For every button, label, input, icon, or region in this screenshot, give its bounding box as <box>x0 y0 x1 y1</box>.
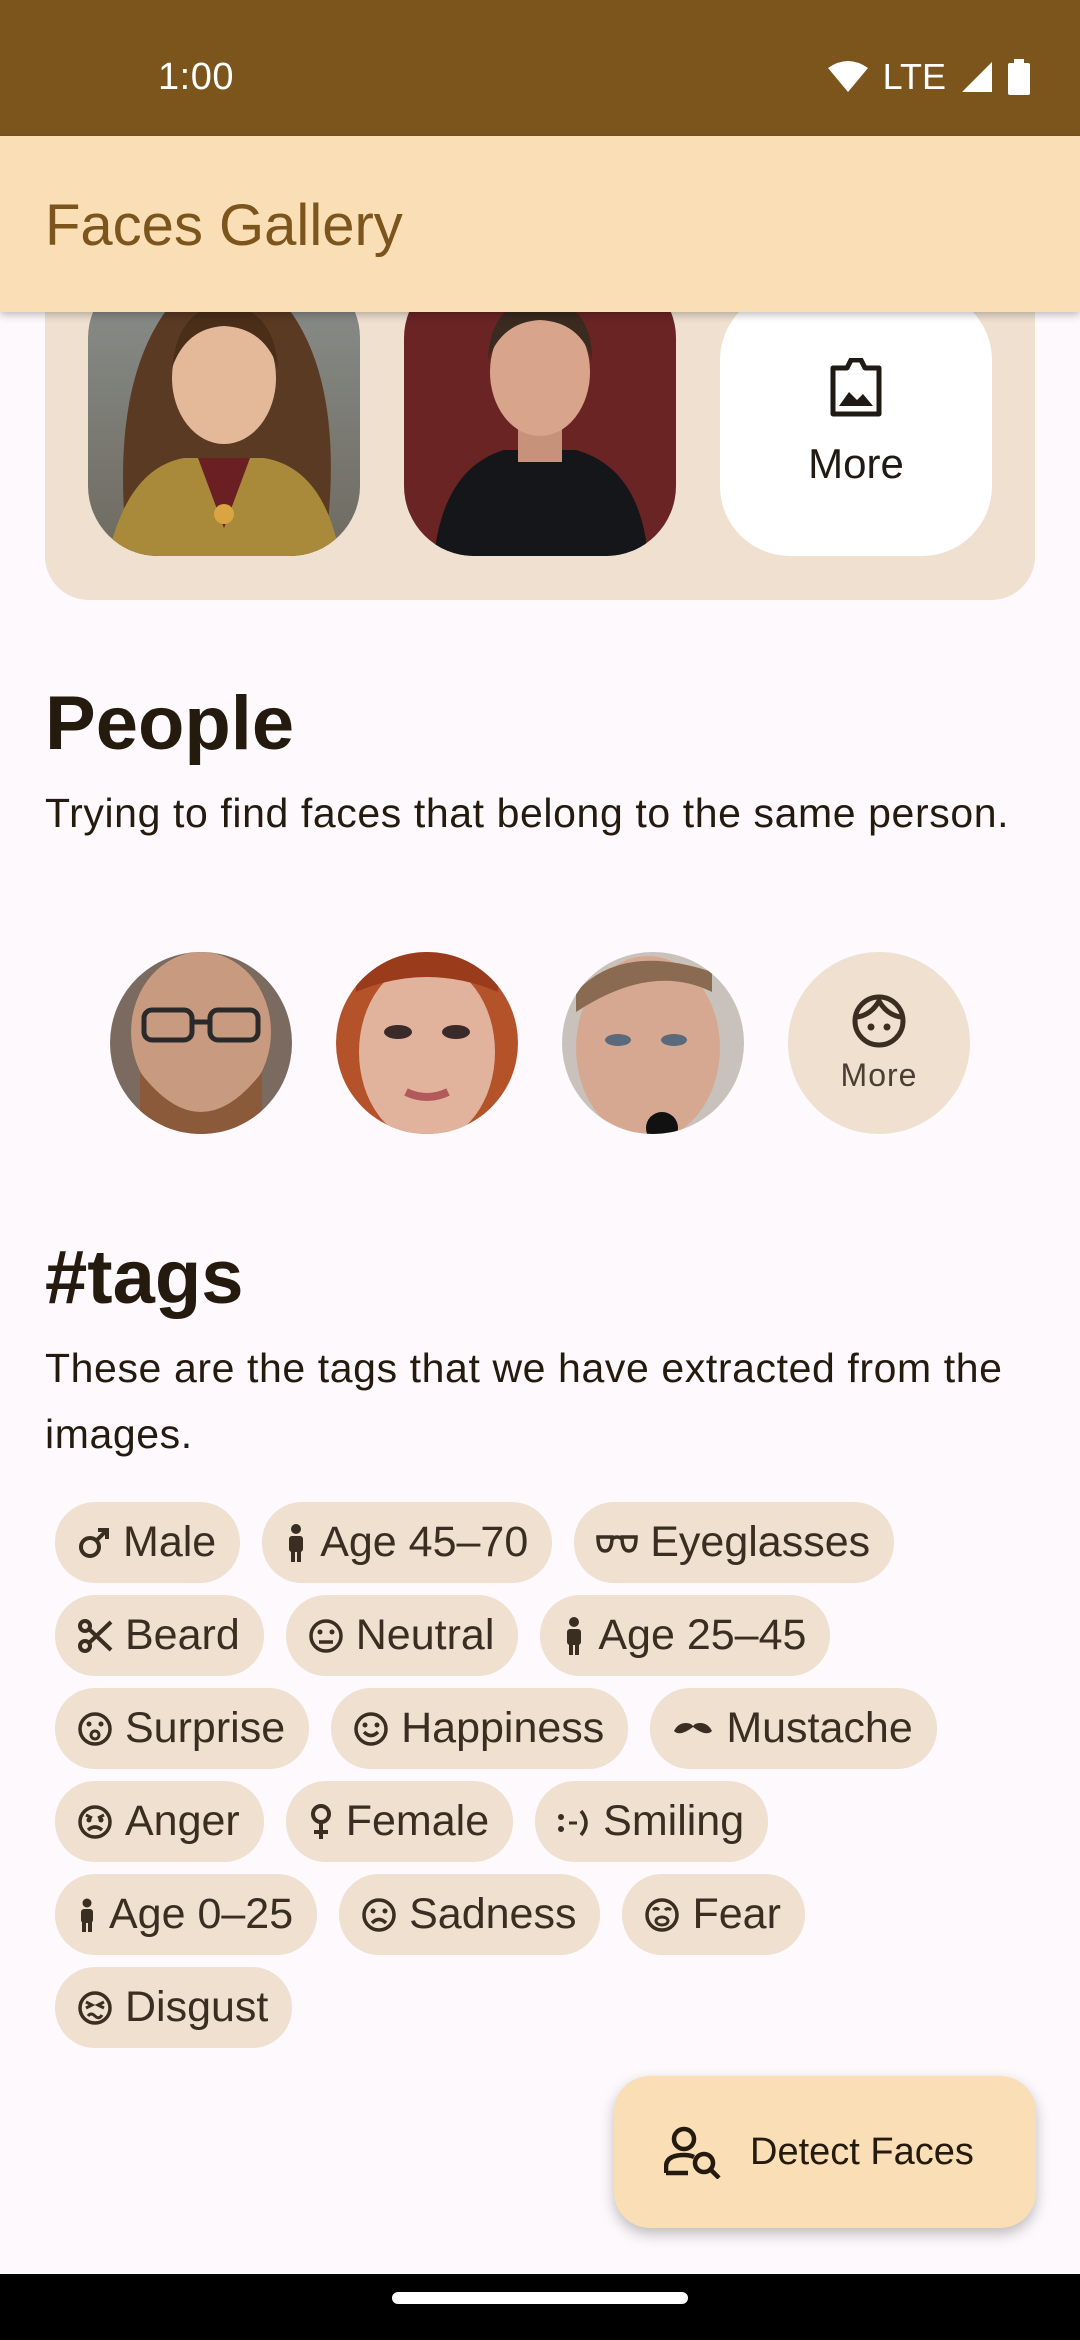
people-more-label: More <box>840 1056 918 1093</box>
tag-label: Mustache <box>726 1704 913 1752</box>
fear-face-icon <box>645 1897 680 1932</box>
app-bar: Faces Gallery <box>0 136 1080 312</box>
tag-label: Anger <box>125 1797 240 1845</box>
gallery-more-label: More <box>808 440 904 487</box>
tag-label: Neutral <box>355 1611 495 1659</box>
wifi-icon <box>827 61 868 92</box>
battery-icon <box>1008 59 1030 95</box>
female-icon <box>310 1803 331 1839</box>
app-title: Faces Gallery <box>45 193 403 258</box>
tag-chip-fear[interactable]: Fear <box>622 1874 805 1955</box>
detect-faces-button[interactable]: Detect Faces <box>614 2076 1036 2228</box>
people-more-button[interactable]: More <box>788 952 970 1134</box>
tag-chip-disgust[interactable]: Disgust <box>55 1967 293 2048</box>
tag-chip-mustache[interactable]: Mustache <box>650 1688 937 1769</box>
tag-chip-surprise[interactable]: Surprise <box>55 1688 310 1769</box>
tag-chip-age-45-70[interactable]: Age 45–70 <box>262 1502 553 1583</box>
tag-label: Fear <box>692 1890 781 1938</box>
photo-icon <box>830 358 882 417</box>
tag-chip-sadness[interactable]: Sadness <box>339 1874 601 1955</box>
signal-icon <box>962 62 992 92</box>
person-avatar[interactable] <box>562 952 744 1134</box>
network-label: LTE <box>882 56 946 97</box>
tag-chip-age-25-45[interactable]: Age 25–45 <box>540 1595 831 1676</box>
disgust-face-icon <box>78 1990 112 2025</box>
tags-list: Male Age 45–70 Eyeglasses Beard Neutral … <box>55 1502 1035 2048</box>
tag-label: Age 45–70 <box>320 1518 529 1566</box>
surprise-face-icon <box>78 1711 112 1746</box>
home-gesture-handle[interactable] <box>392 2292 688 2304</box>
tag-chip-beard[interactable]: Beard <box>55 1595 264 1676</box>
person-icon <box>567 1616 582 1655</box>
male-icon <box>79 1527 109 1558</box>
tag-label: Surprise <box>125 1704 286 1752</box>
navigation-bar <box>0 2274 1080 2340</box>
child-icon <box>81 1898 93 1932</box>
eyeglasses-icon <box>596 1534 638 1553</box>
angry-face-icon <box>78 1804 112 1839</box>
status-bar: 1:00 LTE <box>0 0 1080 136</box>
tag-chip-eyeglasses[interactable]: Eyeglasses <box>574 1502 895 1583</box>
smiling-icon <box>558 1809 588 1836</box>
tag-chip-smiling[interactable]: Smiling <box>535 1781 769 1862</box>
sad-face-icon <box>362 1897 396 1932</box>
tag-label: Disgust <box>125 1983 269 2031</box>
tag-chip-anger[interactable]: Anger <box>55 1781 264 1862</box>
tag-label: Smiling <box>603 1797 745 1845</box>
person-icon <box>289 1523 304 1562</box>
tag-chip-happiness[interactable]: Happiness <box>331 1688 629 1769</box>
tag-chip-age-0-25[interactable]: Age 0–25 <box>55 1874 318 1955</box>
tag-label: Eyeglasses <box>650 1518 871 1566</box>
person-avatar[interactable] <box>336 952 518 1134</box>
tag-chip-neutral[interactable]: Neutral <box>285 1595 519 1676</box>
tags-title: #tags <box>45 1235 244 1320</box>
tag-label: Beard <box>125 1611 240 1659</box>
happy-face-icon <box>354 1711 388 1746</box>
tag-label: Male <box>123 1518 217 1566</box>
face-icon <box>852 994 906 1047</box>
mustache-icon <box>674 1722 713 1733</box>
people-title: People <box>45 681 295 766</box>
tag-label: Female <box>345 1797 490 1845</box>
tag-label: Happiness <box>401 1704 605 1752</box>
neutral-face-icon <box>309 1618 343 1653</box>
people-description: Trying to find faces that belong to the … <box>45 790 1010 836</box>
gallery-more-button[interactable]: More <box>720 290 992 556</box>
person-avatar[interactable] <box>110 952 292 1134</box>
status-time: 1:00 <box>158 56 234 98</box>
tag-chip-male[interactable]: Male <box>55 1502 241 1583</box>
person-search-icon <box>664 2126 721 2179</box>
detect-faces-label: Detect Faces <box>750 2130 974 2173</box>
tag-label: Sadness <box>409 1890 577 1938</box>
tag-label: Age 0–25 <box>109 1890 294 1938</box>
tags-description: These are the tags that we have extracte… <box>45 1345 1003 1457</box>
status-icons: LTE <box>827 56 1030 98</box>
scissors-icon <box>78 1618 113 1653</box>
tag-label: Age 25–45 <box>598 1611 807 1659</box>
tag-chip-female[interactable]: Female <box>285 1781 514 1862</box>
